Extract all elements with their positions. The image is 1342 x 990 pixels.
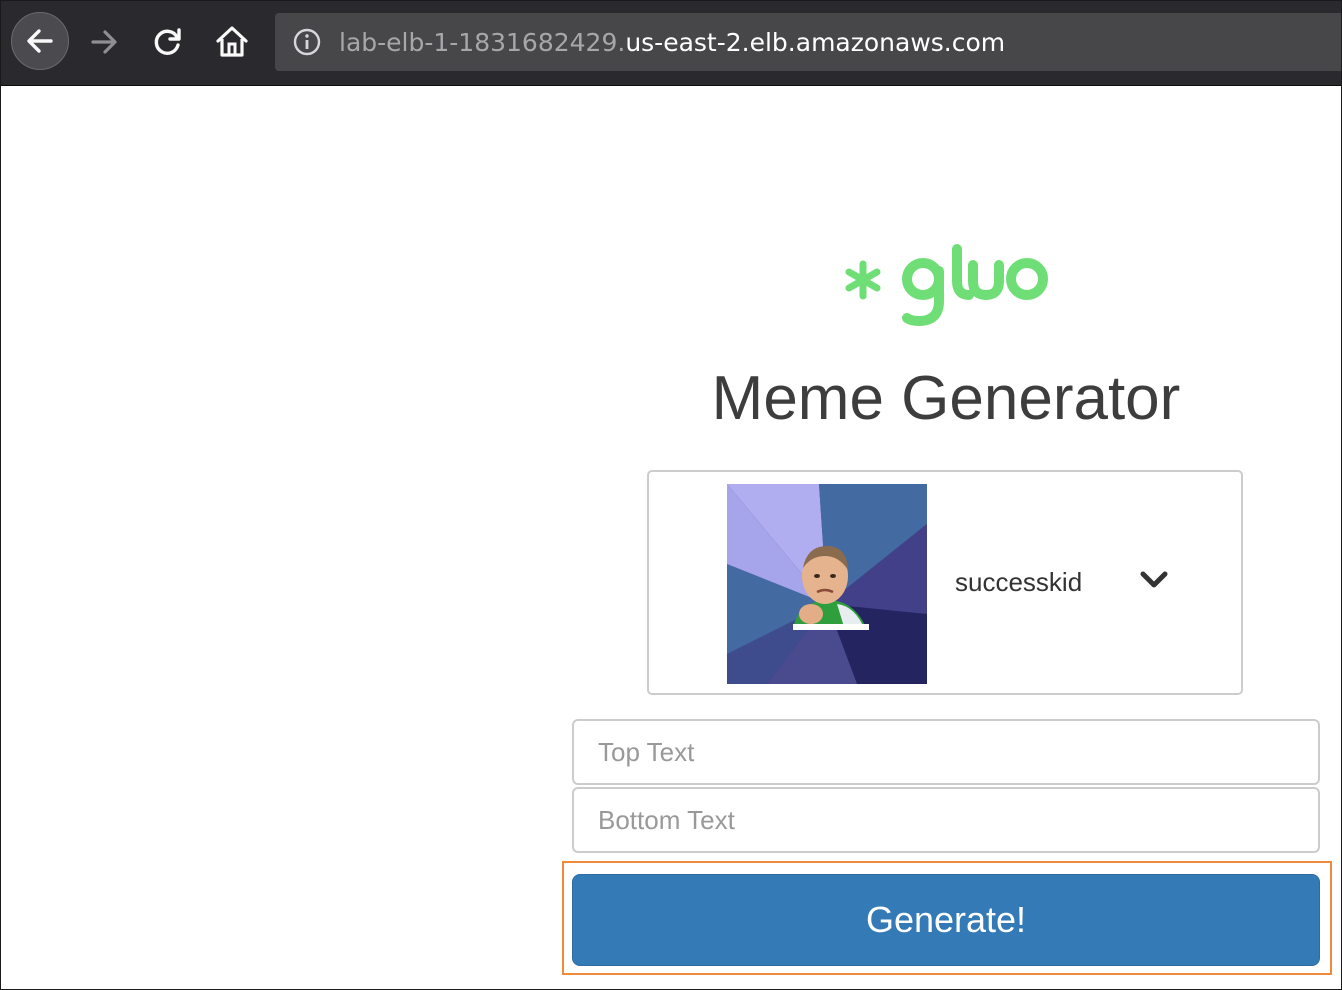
info-icon	[293, 28, 321, 56]
top-text-input[interactable]	[572, 719, 1320, 785]
arrow-left-icon	[27, 29, 53, 53]
bottom-text-input[interactable]	[572, 787, 1320, 853]
home-button[interactable]	[205, 15, 259, 69]
arrow-right-icon	[91, 30, 117, 54]
address-bar[interactable]: lab-elb-1-1831682429.us-east-2.elb.amazo…	[275, 13, 1341, 71]
generate-button[interactable]: Generate!	[572, 874, 1320, 966]
browser-window: lab-elb-1-1831682429.us-east-2.elb.amazo…	[0, 0, 1342, 990]
selected-meme-label: successkid	[955, 567, 1083, 597]
page-title: Meme Generator	[711, 364, 1181, 433]
url-text[interactable]: lab-elb-1-1831682429.us-east-2.elb.amazo…	[339, 28, 1005, 57]
gluo-logo-graphic	[845, 244, 1048, 327]
site-info-button[interactable]	[275, 27, 339, 57]
reload-icon	[154, 28, 181, 55]
home-icon	[216, 26, 248, 57]
chevron-down-icon[interactable]	[1139, 568, 1169, 592]
successkid-image	[727, 484, 927, 684]
back-button[interactable]	[11, 12, 69, 70]
meme-selector[interactable]: successkid	[647, 470, 1243, 695]
url-domain: us-east-2.elb.amazonaws.com	[625, 27, 1006, 57]
gluo-logo	[835, 241, 1055, 331]
reload-button[interactable]	[141, 15, 195, 69]
url-subdomain: lab-elb-1-1831682429.	[339, 27, 626, 57]
forward-button[interactable]	[77, 15, 131, 69]
meme-thumbnail	[727, 484, 927, 684]
browser-toolbar: lab-elb-1-1831682429.us-east-2.elb.amazo…	[1, 1, 1341, 86]
